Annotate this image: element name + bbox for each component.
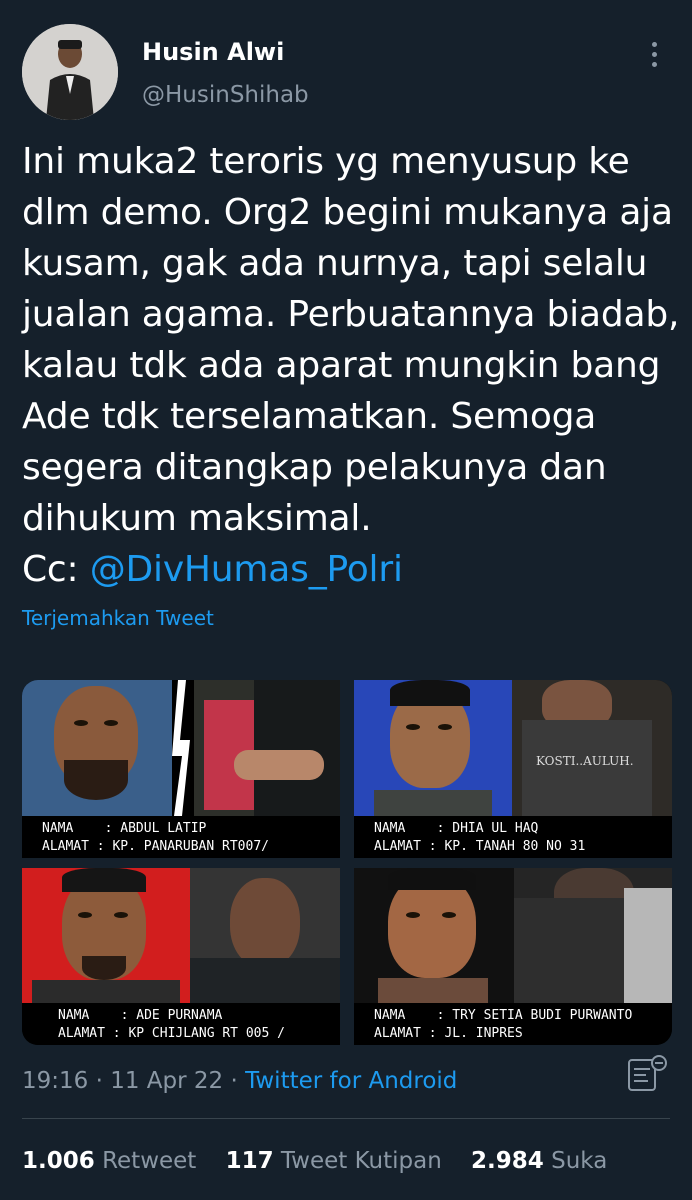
separator: · bbox=[223, 1068, 246, 1094]
media-image-4[interactable]: NAMA : TRY SETIA BUDI PURWANTO ALAMAT : … bbox=[354, 868, 672, 1045]
tweet-line: dihukum maksimal. bbox=[22, 498, 372, 539]
media-image-2[interactable]: KOSTI..AULUH. NAMA : DHIA UL HAQ ALAMAT … bbox=[354, 680, 672, 858]
hoodie-print: KOSTI..AULUH. bbox=[536, 754, 634, 768]
tweet-header: Husin Alwi @HusinShihab bbox=[22, 24, 672, 120]
tweet-line: Ini muka2 teroris yg menyusup ke bbox=[22, 141, 630, 182]
media-caption: NAMA : ABDUL LATIP ALAMAT : KP. PANARUBA… bbox=[22, 816, 340, 858]
media-caption: NAMA : ADE PURNAMA ALAMAT : KP CHIJLANG … bbox=[22, 1003, 340, 1045]
mugshot-photo bbox=[22, 680, 172, 816]
media-caption: NAMA : DHIA UL HAQ ALAMAT : KP. TANAH 80… bbox=[354, 816, 672, 858]
media-image-3[interactable]: NAMA : ADE PURNAMA ALAMAT : KP CHIJLANG … bbox=[22, 868, 340, 1045]
scene-photo bbox=[190, 868, 340, 1004]
media-caption: NAMA : TRY SETIA BUDI PURWANTO ALAMAT : … bbox=[354, 1003, 672, 1045]
mugshot-photo bbox=[354, 868, 514, 1004]
mention-link[interactable]: @DivHumas_Polri bbox=[90, 549, 403, 590]
tweet-text: Ini muka2 teroris yg menyusup ke dlm dem… bbox=[22, 136, 680, 595]
scene-photo: KOSTI..AULUH. bbox=[512, 680, 672, 816]
mugshot-photo bbox=[22, 868, 190, 1004]
tweet-source[interactable]: Twitter for Android bbox=[245, 1068, 457, 1094]
tweet-line: kalau tdk ada aparat mungkin bang bbox=[22, 345, 661, 386]
tweet-line: kusam, gak ada nurnya, tapi selalu bbox=[22, 243, 648, 284]
likes-stat[interactable]: 2.984 Suka bbox=[471, 1148, 607, 1174]
divider-graphic bbox=[172, 680, 190, 816]
media-grid: NAMA : ABDUL LATIP ALAMAT : KP. PANARUBA… bbox=[22, 680, 672, 1045]
translate-link[interactable]: Terjemahkan Tweet bbox=[22, 606, 214, 630]
tweet-stats: 1.006 Retweet 117 Tweet Kutipan 2.984 Su… bbox=[22, 1148, 607, 1174]
analytics-icon[interactable] bbox=[626, 1054, 670, 1094]
separator: · bbox=[88, 1068, 111, 1094]
more-vertical-icon[interactable] bbox=[652, 42, 660, 74]
author-name[interactable]: Husin Alwi bbox=[142, 38, 284, 66]
retweets-stat[interactable]: 1.006 Retweet bbox=[22, 1148, 196, 1174]
avatar[interactable] bbox=[22, 24, 118, 120]
scene-photo bbox=[194, 680, 340, 816]
quotes-stat[interactable]: 117 Tweet Kutipan bbox=[226, 1148, 442, 1174]
tweet-line: Ade tdk terselamatkan. Semoga bbox=[22, 396, 597, 437]
mugshot-photo bbox=[354, 680, 512, 816]
divider bbox=[22, 1118, 670, 1119]
tweet-time[interactable]: 19:16 bbox=[22, 1068, 88, 1094]
cc-line: Cc: @DivHumas_Polri bbox=[22, 544, 672, 595]
tweet-line: dlm demo. Org2 begini mukanya aja bbox=[22, 192, 673, 233]
tweet-meta: 19:16 · 11 Apr 22 · Twitter for Android bbox=[22, 1068, 457, 1094]
tweet-line: segera ditangkap pelakunya dan bbox=[22, 447, 607, 488]
tweet-date[interactable]: 11 Apr 22 bbox=[110, 1068, 223, 1094]
cc-label: Cc: bbox=[22, 549, 90, 590]
media-image-1[interactable]: NAMA : ABDUL LATIP ALAMAT : KP. PANARUBA… bbox=[22, 680, 340, 858]
tweet-line: jualan agama. Perbuatannya biadab, bbox=[22, 294, 680, 335]
scene-photo bbox=[514, 868, 672, 1004]
author-handle[interactable]: @HusinShihab bbox=[142, 82, 309, 108]
